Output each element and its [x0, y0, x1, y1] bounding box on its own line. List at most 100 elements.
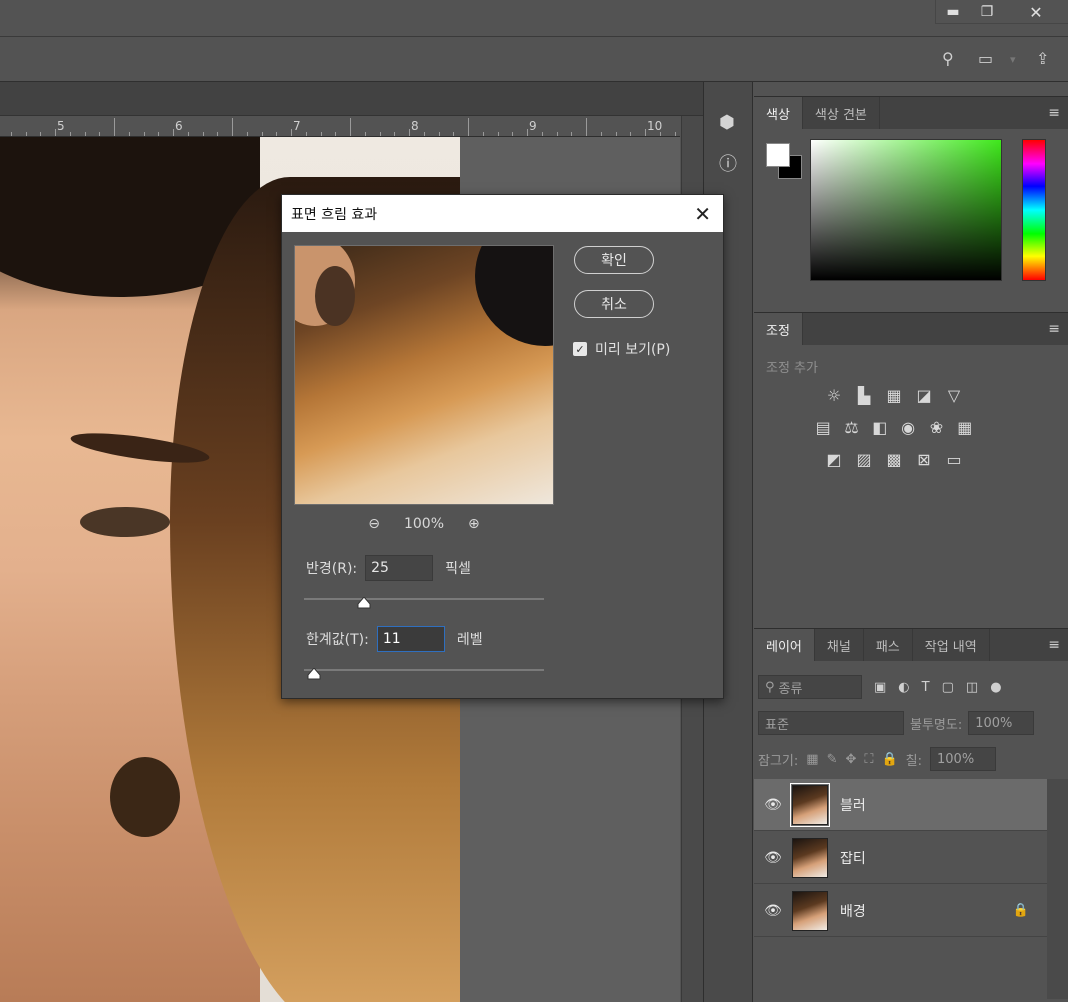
ruler-tick — [659, 132, 661, 136]
ruler-tick — [615, 132, 617, 136]
share-icon[interactable]: ⇪ — [1036, 49, 1049, 68]
panel-menu-icon[interactable]: ≡ — [1048, 637, 1060, 653]
fill-label: 칠: — [905, 753, 923, 769]
ruler-tick — [143, 132, 145, 136]
opacity-input[interactable]: 100% — [968, 711, 1035, 735]
workspace-icon[interactable]: ▭ — [978, 49, 993, 68]
adjustments-panel-tabs: 조정 ≡ — [754, 313, 1068, 345]
fill-input[interactable]: 100% — [930, 747, 997, 771]
layer-kind-filter[interactable]: ⚲ 종류 — [758, 675, 862, 699]
adjustment-filter-icon[interactable]: ◐ — [898, 680, 909, 695]
preview-checkbox-row[interactable]: ✓ 미리 보기(P) — [573, 339, 670, 359]
selective-color-icon[interactable]: ⊠ — [914, 449, 934, 469]
invert-icon[interactable]: ◩ — [824, 449, 844, 469]
search-icon[interactable]: ⚲ — [942, 49, 954, 68]
channel-mixer-icon[interactable]: ❀ — [927, 417, 945, 437]
close-icon[interactable]: ✕ — [694, 202, 711, 226]
exposure-icon[interactable]: ◪ — [914, 385, 934, 405]
lock-position-icon[interactable]: ✥ — [845, 752, 856, 767]
threshold-label: 한계값(T): — [306, 632, 369, 648]
radius-row: 반경(R): 픽셀 — [306, 555, 471, 581]
color-field[interactable] — [810, 139, 1002, 281]
lock-transparent-icon[interactable]: ▦ — [806, 752, 818, 767]
ruler-tick — [246, 132, 248, 136]
lock-paint-icon[interactable]: ✎ — [827, 752, 838, 767]
tab-adjustments[interactable]: 조정 — [754, 313, 803, 345]
curves-icon[interactable]: ▦ — [884, 385, 904, 405]
cancel-button[interactable]: 취소 — [574, 290, 654, 318]
black-white-icon[interactable]: ◧ — [871, 417, 889, 437]
earring-shape — [110, 757, 180, 837]
ruler-tick — [291, 129, 292, 136]
threshold-input[interactable] — [376, 626, 445, 652]
filter-toggle-icon[interactable]: ● — [990, 680, 1001, 695]
radius-input[interactable] — [365, 555, 434, 581]
3d-cube-icon[interactable]: ⬢ — [719, 112, 735, 133]
type-filter-icon[interactable]: T — [922, 680, 930, 695]
layers-panel-tabs: 레이어 채널 패스 작업 내역 ≡ — [754, 629, 1068, 661]
hue-slider[interactable] — [1022, 139, 1046, 281]
threshold-icon[interactable]: ▩ — [884, 449, 904, 469]
photo-filter-icon[interactable]: ◉ — [899, 417, 917, 437]
posterize-icon[interactable]: ▨ — [854, 449, 874, 469]
layer-thumbnail — [792, 837, 828, 878]
zoom-out-icon[interactable]: ⊖ — [368, 516, 380, 532]
ruler-tick — [438, 132, 440, 136]
info-icon[interactable]: ⓘ — [719, 150, 737, 176]
layers-scrollbar[interactable] — [1047, 779, 1068, 999]
brightness-icon[interactable]: ☼ — [824, 385, 844, 405]
dialog-title: 표면 흐림 효과 — [291, 206, 378, 223]
layer-row[interactable]: 👁 배경 🔒 — [754, 885, 1047, 937]
filter-preview[interactable] — [294, 245, 554, 505]
tab-channels[interactable]: 채널 — [815, 629, 864, 661]
color-lookup-icon[interactable]: ▦ — [956, 417, 974, 437]
lock-label: 잠그기: — [758, 753, 799, 769]
options-bar: ⚲ ▭ ▾ ⇪ — [0, 36, 1068, 82]
lock-fill-row: 잠그기: ▦ ✎ ✥ ⛶ 🔒 칠: 100% — [758, 747, 997, 771]
panel-menu-icon[interactable]: ≡ — [1048, 321, 1060, 337]
ruler-tick — [497, 132, 499, 136]
image-filter-icon[interactable]: ▣ — [874, 680, 886, 695]
panel-menu-icon[interactable]: ≡ — [1048, 105, 1060, 121]
lock-all-icon[interactable]: 🔒 — [881, 752, 897, 767]
lock-artboard-icon[interactable]: ⛶ — [864, 752, 873, 767]
layers-panel: 레이어 채널 패스 작업 내역 ≡ ⚲ 종류 ▣ ◐ T ▢ ◫ ● 표준 불투… — [754, 628, 1068, 1002]
layer-row[interactable]: 👁 블러 — [754, 779, 1047, 831]
ruler-tick — [69, 132, 71, 136]
close-icon[interactable]: ✕ — [1004, 0, 1068, 24]
levels-icon[interactable]: ▙ — [854, 385, 874, 405]
vibrance-icon[interactable]: ▽ — [944, 385, 964, 405]
opacity-label: 불투명도: — [910, 717, 963, 733]
eye-icon[interactable]: 👁 — [754, 903, 792, 919]
gradient-map-icon[interactable]: ▭ — [944, 449, 964, 469]
ok-button[interactable]: 확인 — [574, 246, 654, 274]
layer-row[interactable]: 👁 잡티 — [754, 832, 1047, 884]
tab-paths[interactable]: 패스 — [864, 629, 913, 661]
window-controls: ▬ ❐ ✕ — [935, 0, 1068, 24]
restore-icon[interactable]: ❐ — [970, 0, 1004, 24]
color-panel-tabs: 색상 색상 견본 ≡ — [754, 97, 1068, 129]
shape-filter-icon[interactable]: ▢ — [942, 680, 954, 695]
threshold-slider[interactable] — [304, 668, 544, 680]
foreground-color-swatch[interactable] — [766, 143, 790, 167]
radius-slider[interactable] — [304, 597, 544, 609]
blend-mode-select[interactable]: 표준 — [758, 711, 904, 735]
zoom-in-icon[interactable]: ⊕ — [468, 516, 480, 532]
color-balance-icon[interactable]: ⚖ — [842, 417, 860, 437]
chevron-down-icon[interactable]: ▾ — [1010, 53, 1016, 66]
ruler-tick — [586, 118, 587, 136]
surface-blur-dialog: 표면 흐림 효과 ✕ ⊖ 100% ⊕ 반경(R): 픽셀 한계값(T): 레벨… — [281, 194, 724, 699]
tab-history[interactable]: 작업 내역 — [913, 629, 990, 661]
tab-layers[interactable]: 레이어 — [754, 629, 815, 661]
minimize-icon[interactable]: ▬ — [936, 0, 970, 24]
ruler-tick — [40, 132, 42, 136]
hue-saturation-icon[interactable]: ▤ — [814, 417, 832, 437]
smart-object-filter-icon[interactable]: ◫ — [966, 680, 978, 695]
eye-icon[interactable]: 👁 — [754, 797, 792, 813]
eye-icon[interactable]: 👁 — [754, 850, 792, 866]
tab-color[interactable]: 색상 — [754, 97, 803, 129]
tab-swatches[interactable]: 색상 견본 — [803, 97, 880, 129]
document-tab-bar — [0, 82, 703, 116]
preview-checkbox[interactable]: ✓ — [573, 342, 587, 356]
layer-kind-label: 종류 — [778, 681, 803, 697]
